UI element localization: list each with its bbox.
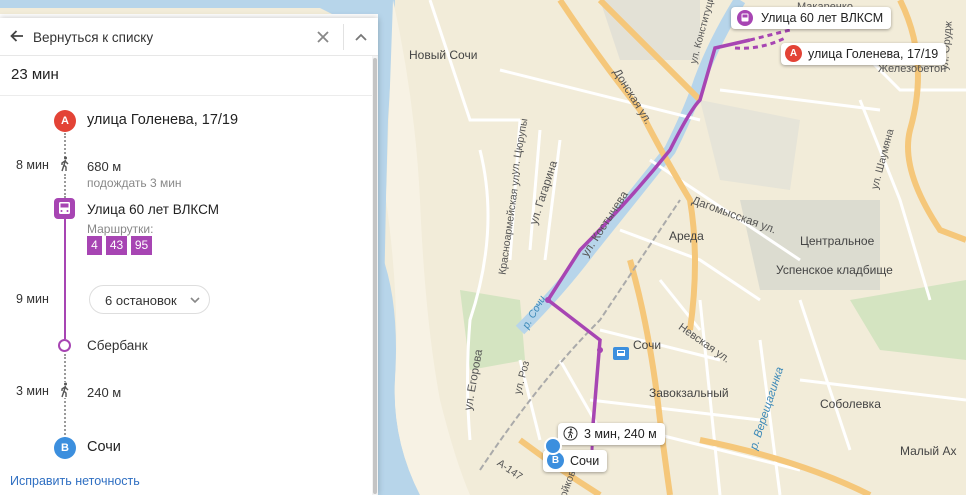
map-callout-origin[interactable]: A улица Голенева, 17/19 [781,43,947,65]
stops-count-dropdown[interactable]: 6 остановок [89,285,210,314]
back-to-list-link[interactable]: Вернуться к списку [33,30,153,45]
route-tag-43[interactable]: 43 [106,236,127,255]
walk-path-origin [749,28,791,42]
walk1-time: 8 мин [16,158,49,172]
walk-dotted-line-1 [64,133,66,158]
route-path [545,38,751,426]
walking-person-icon [61,156,69,172]
panel-header: Вернуться к списку [0,18,378,56]
walk2-distance: 240 м [87,385,122,400]
transit-line [64,219,66,339]
map-callout-bus-stop[interactable]: Улица 60 лет ВЛКСМ [731,7,892,29]
panel-top-edge [0,0,378,18]
walk-dotted-line-2 [64,174,66,198]
map-label-areda: Ареда [669,229,704,243]
map-callout-bus-stop-label: Улица 60 лет ВЛКСМ [761,11,884,25]
chevron-down-icon [190,297,200,304]
origin-address[interactable]: улица Голенева, 17/19 [87,112,238,128]
destination-name[interactable]: Сочи [87,439,121,455]
map-callout-walk-label: 3 мин, 240 м [584,427,657,441]
ride-time: 9 мин [16,292,49,306]
bus-icon [737,10,753,26]
map-label-sobolevka: Соболевка [820,397,881,411]
map-label-novy-sochi: Новый Сочи [409,48,478,62]
back-arrow-icon[interactable] [9,28,25,44]
close-icon[interactable] [316,30,330,44]
map-callout-walk[interactable]: 3 мин, 240 м [558,423,665,445]
map-pin-destination[interactable] [544,437,562,455]
bus-stop-name[interactable]: Улица 60 лет ВЛКСМ [87,202,219,217]
map-label-sochi-station: Сочи [633,338,662,352]
total-travel-time: 23 мин [11,66,59,83]
walking-person-icon-2 [58,382,72,398]
map-label-zavokzalny: Завокзальный [649,386,729,400]
map-label-maly-ah: Малый Ах [900,444,957,458]
map-label-zhelezobeton: Железобетон [878,63,947,75]
map-label-cemetery-1: Центральное [800,234,875,248]
walk1-distance: 680 м [87,159,122,174]
header-separator [343,24,344,50]
map-label-cemetery-2: Успенское кладбище [776,263,893,277]
walk-icon [563,426,578,441]
chevron-up-icon[interactable] [354,31,368,43]
map-callout-destination-label: Сочи [570,454,600,468]
origin-marker-a: A [54,110,76,132]
routes-label: Маршрутки: [87,222,154,236]
walk2-time: 3 мин [16,384,49,398]
scrollbar-thumb[interactable] [373,58,377,494]
map-callout-origin-label: улица Голенева, 17/19 [808,47,939,61]
route-tag-95[interactable]: 95 [131,236,152,255]
route-panel: Вернуться к списку 23 мин A улица Голене… [0,18,378,495]
map-marker-a: A [785,45,802,62]
panel-divider [0,95,372,96]
transfer-stop-circle [58,339,71,352]
railway-station-icon[interactable] [613,347,629,360]
bus-stop-icon [54,198,75,219]
report-inaccuracy-link[interactable]: Исправить неточность [10,474,140,488]
stops-count-label: 6 остановок [105,293,177,308]
destination-marker-b: B [54,437,76,459]
route-tag-4[interactable]: 4 [87,236,102,255]
transfer-stop-name[interactable]: Сбербанк [87,338,148,353]
walk1-wait: подождать 3 мин [87,176,182,190]
